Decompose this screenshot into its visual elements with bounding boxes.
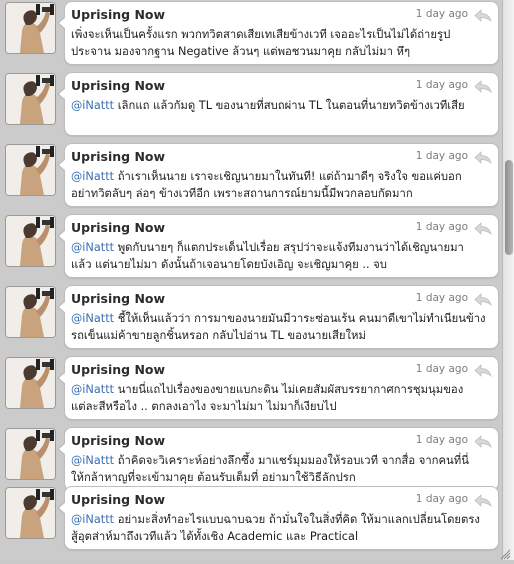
reply-arrow-icon[interactable]: [474, 149, 492, 162]
tweet-username[interactable]: Uprising Now: [71, 433, 165, 448]
tweet-text-line: @iNattt พูดกับนายๆ ก็แตกประเด็นไปเรื่อย …: [71, 239, 495, 256]
mention-link[interactable]: @iNattt: [71, 383, 114, 396]
tweet-timeline[interactable]: Uprising Now 1 day ago เพิ่งจะเห็นเป็นคร…: [0, 0, 502, 560]
mention-link[interactable]: @iNattt: [71, 312, 114, 325]
avatar[interactable]: [6, 358, 55, 408]
tweet-item[interactable]: Uprising Now 1 day ago @iNattt ชี้ให้เห็…: [0, 284, 502, 355]
tweet-text-line: ให้กล้าหาญที่จะเข้ามาคุย ต้อนรับเต็มที่ …: [71, 469, 495, 486]
tweet-item[interactable]: Uprising Now 1 day ago @iNattt ถ้าเราเห็…: [0, 142, 502, 213]
tweet-bubble: Uprising Now 1 day ago @iNattt เลิกแถ แล…: [64, 72, 499, 136]
avatar[interactable]: [6, 429, 55, 479]
tweet-text-body: นายนี่แถไปเรื่องของขายแบกะดิน ไม่เคยสัมผ…: [114, 383, 463, 396]
resize-grip-icon[interactable]: [499, 545, 511, 557]
avatar[interactable]: [6, 145, 55, 195]
tweet-bubble: Uprising Now 1 day ago @iNattt ชี้ให้เห็…: [64, 285, 499, 349]
tweet-item[interactable]: Uprising Now 1 day ago @iNattt นายนี่แถไ…: [0, 355, 502, 426]
tweet-text-body: ชี้ให้เห็นแล้วว่า การมาของนายมันมีวาระซ่…: [114, 312, 485, 325]
tweet-text: เพิ่งจะเห็นเป็นครั้งแรก พวกทวิตสาดเสียเท…: [71, 26, 495, 60]
tweet-text-line: @iNattt นายนี่แถไปเรื่องของขายแบกะดิน ไม…: [71, 381, 495, 398]
tweet-username[interactable]: Uprising Now: [71, 7, 165, 22]
tweet-username[interactable]: Uprising Now: [71, 220, 165, 235]
reply-arrow-icon[interactable]: [474, 362, 492, 375]
tweet-text-line: แต่ละสีหรือไง .. ตกลงเอาไง จะมาไม่มา ไม่…: [71, 398, 495, 415]
tweet-username[interactable]: Uprising Now: [71, 149, 165, 164]
reply-arrow-icon[interactable]: [474, 7, 492, 20]
tweet-item[interactable]: Uprising Now 1 day ago @iNattt เลิกแถ แล…: [0, 71, 502, 142]
tweet-text-body: พูดกับนายๆ ก็แตกประเด็นไปเรื่อย สรุปว่าจ…: [114, 241, 464, 254]
tweet-username[interactable]: Uprising Now: [71, 362, 165, 377]
tweet-username[interactable]: Uprising Now: [71, 291, 165, 306]
tweet-timestamp: 1 day ago: [416, 8, 468, 20]
avatar[interactable]: [6, 74, 55, 124]
tweet-text-line: @iNattt อย่ามะสิ่งทำอะไรแบบฉาบฉวย ถ้ามั่…: [71, 511, 495, 528]
mention-link[interactable]: @iNattt: [71, 241, 114, 254]
tweet-bubble: Uprising Now 1 day ago @iNattt อย่ามะสิ่…: [64, 486, 499, 550]
tweet-text-line: @iNattt เลิกแถ แล้วกัมดู TL ของนายที่สบถ…: [71, 97, 495, 114]
tweet-text: @iNattt ถ้าเราเห็นนาย เราจะเชิญนายมาในทั…: [71, 168, 495, 202]
tweet-item[interactable]: Uprising Now 1 day ago เพิ่งจะเห็นเป็นคร…: [0, 0, 502, 71]
scrollbar-thumb[interactable]: [505, 160, 513, 255]
reply-arrow-icon[interactable]: [474, 78, 492, 91]
tweet-text-line: แล้ว แต่นายไม่มา ดังนั้นถ้าเจอนายโดยบังเ…: [71, 256, 495, 273]
mention-link[interactable]: @iNattt: [71, 454, 114, 467]
mention-link[interactable]: @iNattt: [71, 99, 114, 112]
tweet-text-body: อย่ามะสิ่งทำอะไรแบบฉาบฉวย ถ้ามั่นใจในสิ่…: [114, 513, 480, 526]
tweet-bubble: Uprising Now 1 day ago @iNattt ถ้าคิดจะว…: [64, 427, 499, 491]
tweet-item[interactable]: Uprising Now 1 day ago @iNattt อย่ามะสิ่…: [0, 485, 502, 556]
tweet-text-line: รถเข็นแม่ค้าขายลูกชิ้นหรอก กลับไปอ่าน TL…: [71, 327, 495, 344]
tweet-timestamp: 1 day ago: [416, 363, 468, 375]
tweet-bubble: Uprising Now 1 day ago @iNattt ถ้าเราเห็…: [64, 143, 499, 207]
tweet-text-body: ถ้าคิดจะวิเคราะห์อย่างลึกซึ้ง มาแชร์มุมม…: [114, 454, 469, 467]
tweet-timestamp: 1 day ago: [416, 292, 468, 304]
tweet-timestamp: 1 day ago: [416, 150, 468, 162]
mention-link[interactable]: @iNattt: [71, 513, 114, 526]
tweet-timestamp: 1 day ago: [416, 221, 468, 233]
tweet-bubble: Uprising Now 1 day ago @iNattt นายนี่แถไ…: [64, 356, 499, 420]
tweet-timestamp: 1 day ago: [416, 79, 468, 91]
tweet-text-line: อย่าทวิตลับๆ ล่อๆ ข้างเวทีอีก เพราะสถานก…: [71, 185, 495, 202]
tweet-text-body: ถ้าเราเห็นนาย เราจะเชิญนายมาในทันที! แต่…: [114, 170, 462, 183]
tweet-text-line: เพิ่งจะเห็นเป็นครั้งแรก พวกทวิตสาดเสียเท…: [71, 26, 495, 43]
tweet-text: @iNattt นายนี่แถไปเรื่องของขายแบกะดิน ไม…: [71, 381, 495, 415]
tweet-text: @iNattt เลิกแถ แล้วกัมดู TL ของนายที่สบถ…: [71, 97, 495, 114]
tweet-timestamp: 1 day ago: [416, 434, 468, 446]
tweet-timestamp: 1 day ago: [416, 493, 468, 505]
avatar[interactable]: [6, 3, 55, 53]
tweet-text-line: สู้อุตส่าห์มาถึงเวทีแล้ว ได้ทั้งเชิง Aca…: [71, 528, 495, 545]
tweet-text: @iNattt อย่ามะสิ่งทำอะไรแบบฉาบฉวย ถ้ามั่…: [71, 511, 495, 545]
tweet-username[interactable]: Uprising Now: [71, 78, 165, 93]
tweet-text: @iNattt ชี้ให้เห็นแล้วว่า การมาของนายมัน…: [71, 310, 495, 344]
reply-arrow-icon[interactable]: [474, 433, 492, 446]
tweet-text: @iNattt ถ้าคิดจะวิเคราะห์อย่างลึกซึ้ง มา…: [71, 452, 495, 486]
avatar[interactable]: [6, 287, 55, 337]
avatar[interactable]: [6, 488, 55, 538]
tweet-text-body: เลิกแถ แล้วกัมดู TL ของนายที่สบถผ่าน TL …: [114, 99, 465, 112]
reply-arrow-icon[interactable]: [474, 492, 492, 505]
vertical-scrollbar[interactable]: [502, 0, 514, 560]
tweet-item[interactable]: Uprising Now 1 day ago @iNattt พูดกับนาย…: [0, 213, 502, 284]
tweet-text: @iNattt พูดกับนายๆ ก็แตกประเด็นไปเรื่อย …: [71, 239, 495, 273]
tweet-text-line: @iNattt ถ้าเราเห็นนาย เราจะเชิญนายมาในทั…: [71, 168, 495, 185]
tweet-text-line: @iNattt ถ้าคิดจะวิเคราะห์อย่างลึกซึ้ง มา…: [71, 452, 495, 469]
avatar[interactable]: [6, 216, 55, 266]
tweet-bubble: Uprising Now 1 day ago เพิ่งจะเห็นเป็นคร…: [64, 1, 499, 65]
tweet-text-line: ประจาน มองจากฐาน Negative ล้วนๆ แต่พอชวน…: [71, 43, 495, 60]
tweet-text-line: @iNattt ชี้ให้เห็นแล้วว่า การมาของนายมัน…: [71, 310, 495, 327]
tweet-username[interactable]: Uprising Now: [71, 492, 165, 507]
mention-link[interactable]: @iNattt: [71, 170, 114, 183]
tweet-bubble: Uprising Now 1 day ago @iNattt พูดกับนาย…: [64, 214, 499, 278]
reply-arrow-icon[interactable]: [474, 220, 492, 233]
reply-arrow-icon[interactable]: [474, 291, 492, 304]
